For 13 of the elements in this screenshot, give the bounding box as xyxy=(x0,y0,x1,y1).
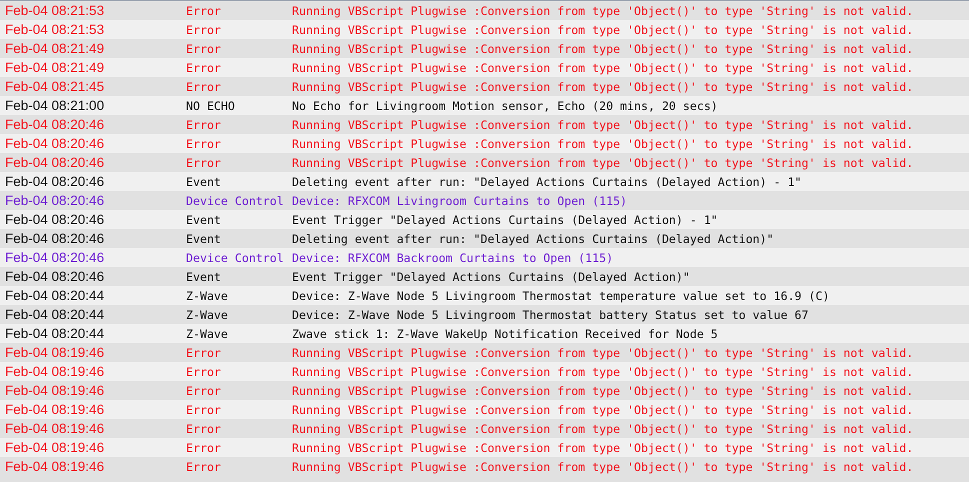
log-row[interactable]: Feb-04 08:19:46 Error Running VBScript Plugwise :Conversion from type 'Object()' to type 'String' is not valid. xyxy=(0,381,969,400)
log-row[interactable]: Feb-04 08:19:46 Error Running VBScript Plugwise :Conversion from type 'Object()' to type 'String' is not valid. xyxy=(0,457,969,476)
log-row[interactable]: Feb-04 08:20:44 Z-Wave Device: Z-Wave Node 5 Livingroom Thermostat battery Status set to value 67 xyxy=(0,305,969,324)
log-row[interactable]: Feb-04 08:20:46 Device Control Device: RFXCOM Livingroom Curtains to Open (115) xyxy=(0,191,969,210)
log-row[interactable]: Feb-04 08:20:46 Error Running VBScript Plugwise :Conversion from type 'Object()' to type 'String' is not valid. xyxy=(0,115,969,134)
log-row[interactable]: Feb-04 08:19:46 Error Running VBScript Plugwise :Conversion from type 'Object()' to type 'String' is not valid. xyxy=(0,419,969,438)
log-row[interactable]: Feb-04 08:20:46 Event Deleting event after run: "Delayed Actions Curtains (Delayed Action)" xyxy=(0,229,969,248)
log-row[interactable]: Feb-04 08:21:53 Error Running VBScript Plugwise :Conversion from type 'Object()' to type 'String' is not valid. xyxy=(0,1,969,20)
log-row[interactable]: Feb-04 08:21:45 Error Running VBScript Plugwise :Conversion from type 'Object()' to type 'String' is not valid. xyxy=(0,77,969,96)
log-row[interactable]: Feb-04 08:21:49 Error Running VBScript Plugwise :Conversion from type 'Object()' to type 'String' is not valid. xyxy=(0,39,969,58)
log-row[interactable]: Feb-04 08:19:46 Error Running VBScript Plugwise :Conversion from type 'Object()' to type 'String' is not valid. xyxy=(0,343,969,362)
log-row[interactable]: Feb-04 08:20:46 Event Event Trigger "Delayed Actions Curtains (Delayed Action)" xyxy=(0,267,969,286)
log-row[interactable]: Feb-04 08:20:46 Error Running VBScript Plugwise :Conversion from type 'Object()' to type 'String' is not valid. xyxy=(0,153,969,172)
